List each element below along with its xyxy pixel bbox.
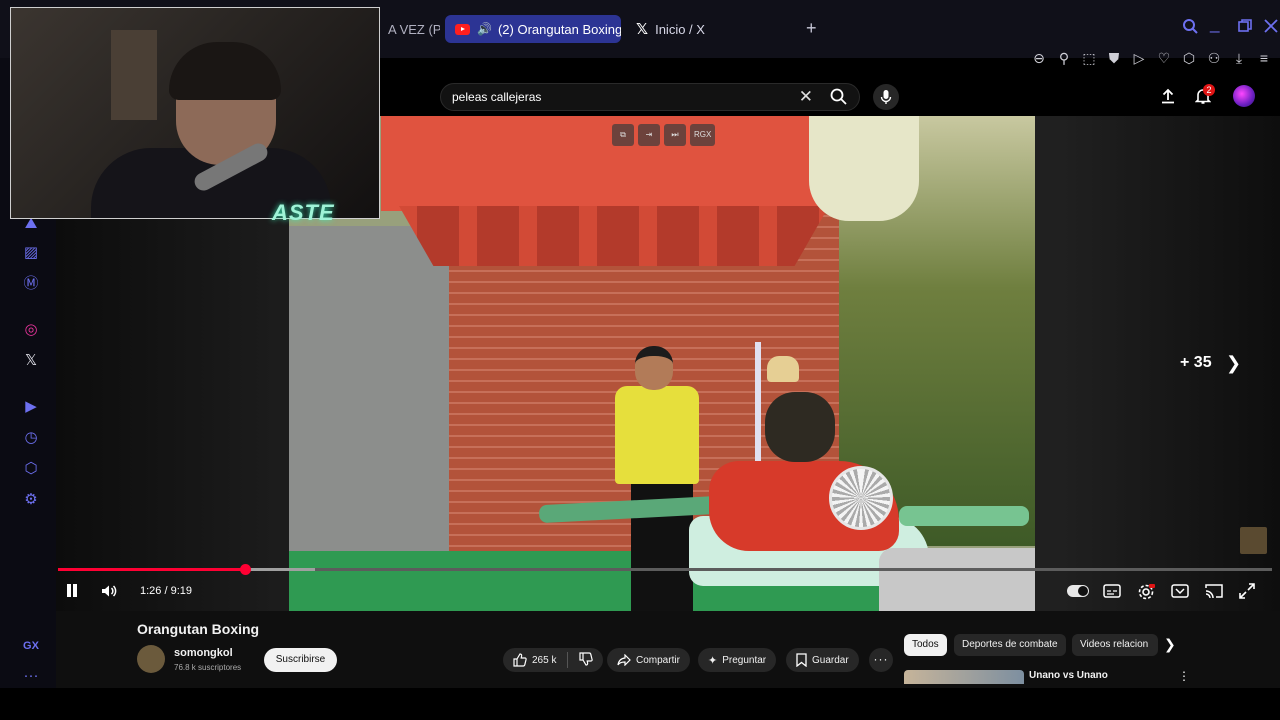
- share-button[interactable]: Compartir: [607, 648, 690, 672]
- download-icon[interactable]: ⤓: [1231, 50, 1247, 66]
- ask-label: Preguntar: [722, 654, 767, 666]
- cast-icon[interactable]: [1205, 583, 1223, 604]
- autoplay-toggle[interactable]: [1067, 585, 1089, 597]
- video-overlay-controls: ⧉ ⇥ ⏭ RGX: [612, 124, 716, 146]
- ask-button[interactable]: ✦ Preguntar: [698, 648, 777, 672]
- tab-label: A VEZ (P: [388, 21, 440, 37]
- speaker-icon[interactable]: 🔊: [477, 22, 492, 36]
- thumbs-up-icon: [513, 653, 527, 667]
- x-logo-icon: 𝕏: [636, 21, 649, 38]
- subscribe-button[interactable]: Suscribirse: [264, 648, 337, 672]
- miniplayer-icon[interactable]: [1171, 583, 1189, 604]
- x-icon[interactable]: 𝕏: [21, 351, 41, 371]
- gx-icon[interactable]: GX: [21, 636, 41, 656]
- more-videos-count[interactable]: + 35: [1180, 354, 1212, 372]
- bookmark-icon: [796, 653, 807, 667]
- subtitles-icon[interactable]: [1103, 583, 1121, 604]
- progress-played: [58, 568, 245, 571]
- search-tabs-icon[interactable]: [1182, 18, 1198, 39]
- exit-icon[interactable]: ⇥: [638, 124, 660, 146]
- save-label: Guardar: [812, 654, 849, 666]
- mic-icon: [880, 90, 892, 104]
- send-icon[interactable]: ▷: [1131, 50, 1147, 66]
- save-button[interactable]: Guardar: [786, 648, 859, 672]
- related-video-thumbnail[interactable]: [904, 670, 1024, 684]
- youtube-icon: [455, 23, 470, 35]
- search-icon[interactable]: [830, 88, 847, 110]
- chip-related-videos[interactable]: Videos relacion: [1072, 634, 1158, 656]
- like-dislike-group: 265 k: [503, 648, 604, 672]
- chip-combat-sports[interactable]: Deportes de combate: [954, 634, 1066, 656]
- stripes-icon[interactable]: ▨: [21, 243, 41, 263]
- subscriber-count: 76.8 k suscriptores: [174, 663, 242, 672]
- snapshot-icon[interactable]: ⬚: [1081, 50, 1097, 66]
- search-box[interactable]: peleas callejeras ✕: [440, 83, 860, 111]
- extensions-icon[interactable]: ⬡: [21, 459, 41, 479]
- history-icon[interactable]: ◷: [21, 428, 41, 448]
- voice-search-button[interactable]: [873, 84, 899, 110]
- video-title: Orangutan Boxing: [137, 621, 260, 637]
- settings-gear-icon[interactable]: [1137, 583, 1155, 606]
- tab-x-home[interactable]: 𝕏 Inicio / X: [626, 15, 736, 43]
- video-frame[interactable]: [289, 116, 1035, 611]
- channel-avatar[interactable]: [137, 645, 165, 673]
- fullscreen-icon[interactable]: [1239, 583, 1255, 604]
- minimize-button[interactable]: _: [1210, 14, 1219, 34]
- zoom-out-icon[interactable]: ⊖: [1031, 50, 1047, 66]
- shield-icon[interactable]: ⛊: [1106, 50, 1122, 66]
- upload-icon[interactable]: [1160, 88, 1176, 109]
- thumbs-down-icon: [579, 651, 594, 666]
- maximize-button[interactable]: [1238, 18, 1252, 38]
- chevron-right-icon[interactable]: ❯: [1164, 636, 1176, 653]
- progress-scrubber[interactable]: [239, 564, 251, 575]
- related-video-title[interactable]: Unano vs Unano: [1029, 670, 1108, 681]
- menu-icon[interactable]: ≡: [1256, 50, 1272, 66]
- pause-button[interactable]: [64, 583, 80, 599]
- pin-icon[interactable]: ⚲: [1056, 50, 1072, 66]
- close-window-button[interactable]: [1264, 18, 1278, 38]
- tab-orangutan-boxing[interactable]: 🔊 (2) Orangutan Boxing: [445, 15, 621, 43]
- tab-previous[interactable]: A VEZ (P: [378, 15, 440, 43]
- new-tab-button[interactable]: +: [806, 18, 817, 39]
- search-input[interactable]: peleas callejeras: [452, 90, 541, 104]
- profile-avatar[interactable]: [1233, 85, 1255, 107]
- more-icon[interactable]: ···: [21, 666, 41, 686]
- chip-all[interactable]: Todos: [904, 634, 947, 656]
- settings-icon[interactable]: ⚙: [21, 490, 41, 510]
- like-count: 265 k: [532, 654, 557, 666]
- channel-name[interactable]: somongkol: [174, 647, 233, 659]
- clear-search-icon[interactable]: ✕: [799, 87, 813, 107]
- chevron-right-icon[interactable]: ❯: [1226, 353, 1241, 374]
- rgx-button[interactable]: RGX: [690, 124, 716, 146]
- account-icon[interactable]: ⚇: [1206, 50, 1222, 66]
- volume-icon[interactable]: [100, 582, 118, 605]
- like-button[interactable]: 265 k: [513, 653, 556, 667]
- webcam-overlay: [10, 7, 380, 219]
- side-thumbnail[interactable]: [1240, 527, 1267, 554]
- bottom-letterbox: [0, 688, 1280, 720]
- share-label: Compartir: [636, 654, 680, 666]
- extensions-icon[interactable]: ⬡: [1181, 50, 1197, 66]
- heart-icon[interactable]: ♡: [1156, 50, 1172, 66]
- browser-toolbar: ⊖ ⚲ ⬚ ⛊ ▷ ♡ ⬡ ⚇ ⤓ ≡: [1031, 50, 1272, 66]
- instagram-icon[interactable]: ◎: [21, 320, 41, 340]
- more-actions-icon[interactable]: ···: [869, 648, 893, 672]
- skip-icon[interactable]: ⏭: [664, 124, 686, 146]
- dislike-button[interactable]: [579, 651, 594, 669]
- tab-label: (2) Orangutan Boxing: [497, 21, 621, 37]
- notification-count-badge: 2: [1203, 84, 1215, 96]
- share-icon: [617, 654, 631, 666]
- sparkle-icon: ✦: [708, 654, 718, 667]
- progress-bar[interactable]: [58, 564, 1272, 575]
- streamer-logo: ASTE: [272, 200, 335, 225]
- time-display: 1:26 / 9:19: [140, 585, 192, 597]
- player-icon[interactable]: ▶: [21, 397, 41, 417]
- popout-icon[interactable]: ⧉: [612, 124, 634, 146]
- tab-label: Inicio / X: [655, 21, 705, 37]
- m-icon[interactable]: Ⓜ: [21, 274, 41, 294]
- related-menu-icon[interactable]: ⋮: [1178, 669, 1190, 683]
